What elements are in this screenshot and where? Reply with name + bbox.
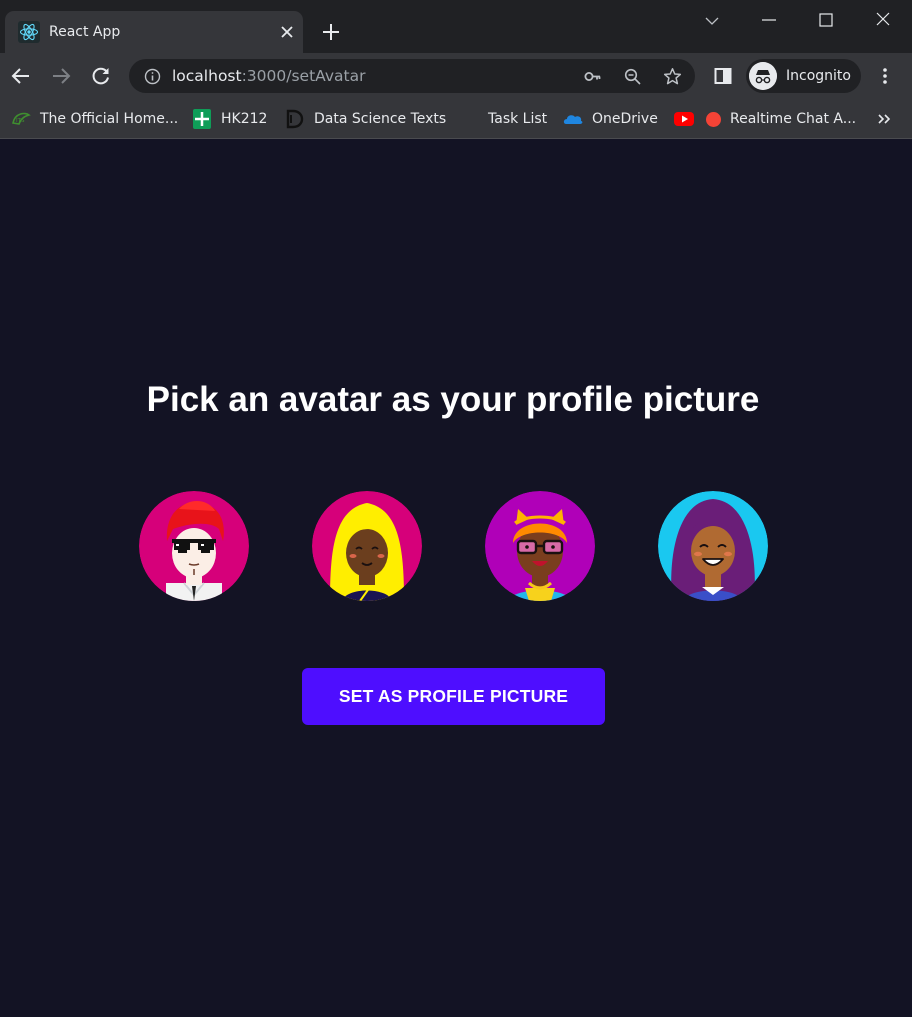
svg-text:ITS: ITS <box>16 118 25 124</box>
new-tab-icon[interactable] <box>320 21 342 43</box>
leaf-logo-icon: ITS <box>12 112 31 125</box>
bookmark-label: Task List <box>488 111 548 127</box>
close-tab-icon[interactable] <box>277 22 297 42</box>
bookmark-item[interactable]: Task List <box>488 108 547 130</box>
back-arrow-icon[interactable] <box>10 65 32 87</box>
tab-title: React App <box>49 24 121 40</box>
url-host: localhost <box>172 67 242 85</box>
close-window-icon[interactable] <box>870 8 896 34</box>
key-icon[interactable] <box>583 67 602 86</box>
bookmark-label: HK212 <box>221 111 268 127</box>
bookmark-item[interactable]: HK212 <box>192 108 267 130</box>
bookmarks-bar: ITS The Official Home... HK212 Data Scie… <box>0 99 912 139</box>
address-bar[interactable]: localhost:3000/setAvatar <box>129 59 695 93</box>
menu-dots-icon[interactable] <box>874 65 896 87</box>
avatar-option-2[interactable] <box>312 491 422 601</box>
browser-toolbar: localhost:3000/setAvatar Incognito <box>0 53 912 99</box>
set-profile-picture-button[interactable]: SET AS PROFILE PICTURE <box>302 668 605 725</box>
bookmark-item[interactable]: Realtime Chat A... <box>705 108 856 130</box>
avatar-image <box>312 491 422 601</box>
reload-icon[interactable] <box>90 65 112 87</box>
forward-arrow-icon[interactable] <box>50 65 72 87</box>
avatar-image <box>658 491 768 601</box>
browser-tab[interactable]: React App <box>5 11 303 53</box>
bookmark-label: OneDrive <box>592 111 658 127</box>
bookmark-item[interactable] <box>674 108 703 130</box>
youtube-icon <box>674 112 694 126</box>
avatar-image <box>485 491 595 601</box>
react-logo-icon <box>18 21 40 43</box>
avatar-option-3[interactable] <box>485 491 595 601</box>
more-bookmarks-icon[interactable] <box>876 111 892 127</box>
bookmark-item[interactable]: Data Science Texts <box>285 108 446 130</box>
bookmark-item[interactable]: OneDrive <box>563 108 658 130</box>
side-panel-icon[interactable] <box>712 65 734 87</box>
avatar-image <box>139 491 249 601</box>
bookmark-item[interactable]: ITS The Official Home... <box>11 108 178 130</box>
bookmark-label: Data Science Texts <box>314 111 447 127</box>
zoom-icon[interactable] <box>623 67 642 86</box>
profile-button[interactable]: Incognito <box>746 59 861 93</box>
url-path: :3000/setAvatar <box>241 67 366 85</box>
maximize-icon[interactable] <box>813 8 839 34</box>
sheets-icon <box>193 109 211 129</box>
info-icon[interactable] <box>143 67 162 86</box>
avatar-option-4[interactable] <box>658 491 768 601</box>
onedrive-icon <box>563 115 583 124</box>
url-text: localhost:3000/setAvatar <box>172 67 365 85</box>
ds-logo-icon <box>286 109 304 129</box>
minimize-icon[interactable] <box>756 8 782 34</box>
avatar-option-1[interactable] <box>139 491 249 601</box>
bookmark-star-icon[interactable] <box>663 67 682 86</box>
tab-strip: React App <box>0 0 912 53</box>
red-dot-icon <box>706 111 721 127</box>
profile-label: Incognito <box>786 68 851 84</box>
page-title: Pick an avatar as your profile picture <box>146 380 760 419</box>
tab-search-icon[interactable] <box>699 8 725 34</box>
bookmark-label: The Official Home... <box>40 111 179 127</box>
bookmark-label: Realtime Chat A... <box>730 111 857 127</box>
incognito-icon <box>749 62 777 90</box>
